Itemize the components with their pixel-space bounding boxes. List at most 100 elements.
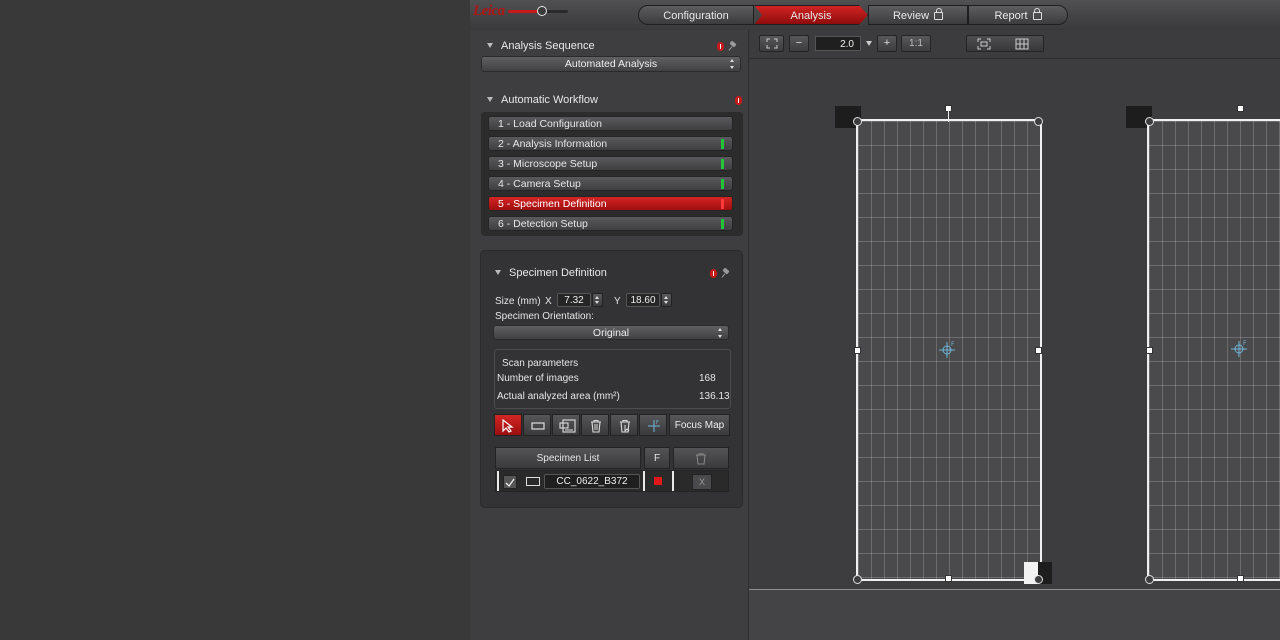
zoom-out-button[interactable]: − (789, 35, 809, 52)
workflow-step-specimen-definition[interactable]: 5 - Specimen Definition (488, 196, 733, 211)
resize-handle[interactable] (1034, 575, 1043, 584)
workflow-step-load-configuration[interactable]: 1 - Load Configuration (488, 116, 733, 131)
workflow-step-detection-setup[interactable]: 6 - Detection Setup (488, 216, 733, 231)
x-label: X (545, 296, 552, 307)
status-indicator (721, 219, 724, 229)
resize-handle[interactable] (853, 117, 862, 126)
load-specimen-button[interactable] (552, 414, 580, 436)
specimen-definition-header[interactable]: Specimen Definition (495, 267, 607, 279)
table-row[interactable]: CC_0622_B372 X (495, 470, 729, 492)
step-label: 2 - Analysis Information (498, 138, 608, 150)
analyzed-area-value: 136.13 (699, 391, 730, 402)
resize-handle[interactable] (1237, 575, 1244, 582)
column-divider (643, 471, 645, 491)
remove-row-button[interactable]: X (692, 474, 712, 490)
size-x-input[interactable]: 7.32 (557, 293, 591, 307)
workflow-step-camera-setup[interactable]: 4 - Camera Setup (488, 176, 733, 191)
section-title: Specimen Definition (509, 267, 607, 279)
grid-icon[interactable] (1015, 38, 1029, 50)
column-label: Specimen List (536, 453, 600, 464)
step-label: 6 - Detection Setup (498, 218, 588, 230)
resize-handle[interactable] (1145, 575, 1154, 584)
resize-handle[interactable] (1146, 347, 1153, 354)
row-checkbox[interactable] (503, 475, 517, 489)
section-title: Analysis Sequence (501, 40, 595, 52)
tab-label: Configuration (663, 10, 729, 22)
resize-handle[interactable] (1034, 117, 1043, 126)
lock-icon (934, 8, 944, 20)
specimen-name: CC_0622_B372 (556, 476, 628, 487)
specimen-name-field[interactable]: CC_0622_B372 (544, 474, 640, 489)
analyzed-area-label: Actual analyzed area (mm²) (497, 391, 620, 402)
focus-point-icon[interactable]: F (1229, 339, 1249, 359)
left-panel: Analysis Sequence Automated Analysis Aut… (470, 30, 749, 640)
svg-text:F: F (656, 420, 659, 426)
load-file-icon (559, 419, 576, 433)
zoom-in-button[interactable]: + (877, 35, 897, 52)
resize-handle[interactable] (854, 347, 861, 354)
svg-text:F: F (951, 341, 955, 348)
fit-view-button[interactable] (759, 35, 784, 52)
resize-handle[interactable] (853, 575, 862, 584)
specimen-canvas[interactable]: F F (749, 59, 1280, 589)
rectangle-tool-button[interactable] (523, 414, 551, 436)
step-label: 1 - Load Configuration (498, 118, 602, 130)
trash-icon (591, 419, 601, 433)
actual-size-button[interactable]: 1:1 (901, 35, 931, 52)
scan-parameters-label: Scan parameters (500, 358, 581, 369)
focus-map-button[interactable]: Focus Map ... (669, 414, 730, 453)
workflow-step-analysis-information[interactable]: 2 - Analysis Information (488, 136, 733, 151)
top-bar: Leica Configuration Analysis Review Repo… (470, 0, 1280, 31)
size-y-input[interactable]: 18.60 (626, 293, 660, 307)
brightness-slider[interactable] (508, 6, 568, 16)
size-y-stepper[interactable] (661, 293, 672, 307)
tab-review[interactable]: Review (868, 5, 968, 25)
focus-column[interactable]: F (644, 447, 670, 469)
pin-icon[interactable] (729, 42, 737, 50)
info-icon[interactable] (717, 42, 724, 51)
delete-selected-button[interactable] (610, 414, 638, 436)
size-x-stepper[interactable] (592, 293, 603, 307)
column-divider (672, 471, 674, 491)
delete-all-button[interactable] (673, 447, 729, 469)
zoom-dropdown-icon[interactable] (866, 41, 872, 46)
viewer-toolbar: − 2.0 + 1:1 (749, 30, 1280, 59)
pin-icon[interactable] (722, 269, 730, 277)
resize-handle[interactable] (1237, 105, 1244, 112)
resize-handle[interactable] (1145, 117, 1154, 126)
tab-label: Report (994, 10, 1028, 22)
analysis-sequence-header[interactable]: Analysis Sequence (487, 40, 595, 52)
analysis-sequence-dropdown[interactable]: Automated Analysis (481, 56, 741, 72)
workflow-step-microscope-setup[interactable]: 3 - Microscope Setup (488, 156, 733, 171)
button-label: X (698, 477, 705, 487)
application-window: Leica Configuration Analysis Review Repo… (470, 0, 1280, 640)
orientation-dropdown[interactable]: Original (493, 325, 729, 340)
collapse-triangle-icon (487, 43, 493, 48)
rectangle-icon (531, 422, 545, 430)
image-viewer: − 2.0 + 1:1 F F (749, 30, 1280, 640)
dropdown-value: Original (592, 327, 630, 339)
specimen-list-column[interactable]: Specimen List (495, 447, 641, 469)
specimen-region[interactable] (1147, 119, 1280, 581)
tab-analysis[interactable]: Analysis (754, 5, 868, 25)
automatic-workflow-header[interactable]: Automatic Workflow (487, 94, 598, 106)
workflow-list: 1 - Load Configuration 2 - Analysis Info… (481, 112, 743, 236)
slider-knob[interactable] (537, 6, 547, 16)
trash-icon (696, 453, 706, 465)
tab-configuration[interactable]: Configuration (638, 5, 754, 25)
tab-report[interactable]: Report (968, 5, 1068, 25)
resize-handle[interactable] (945, 575, 952, 582)
zoom-level-field[interactable]: 2.0 (815, 36, 861, 51)
info-icon[interactable] (735, 96, 742, 105)
view-mode-group (966, 35, 1044, 52)
size-label: Size (mm) (495, 296, 541, 307)
focus-point-tool-button[interactable]: F (639, 414, 667, 436)
dropdown-value: Automated Analysis (564, 58, 658, 70)
select-tool-button[interactable] (494, 414, 522, 436)
resize-handle[interactable] (1035, 347, 1042, 354)
delete-tool-button[interactable] (581, 414, 609, 436)
info-icon[interactable] (710, 269, 717, 278)
collapse-triangle-icon (495, 270, 501, 275)
focus-point-icon[interactable]: F (937, 340, 957, 360)
expand-icon[interactable] (977, 38, 991, 50)
